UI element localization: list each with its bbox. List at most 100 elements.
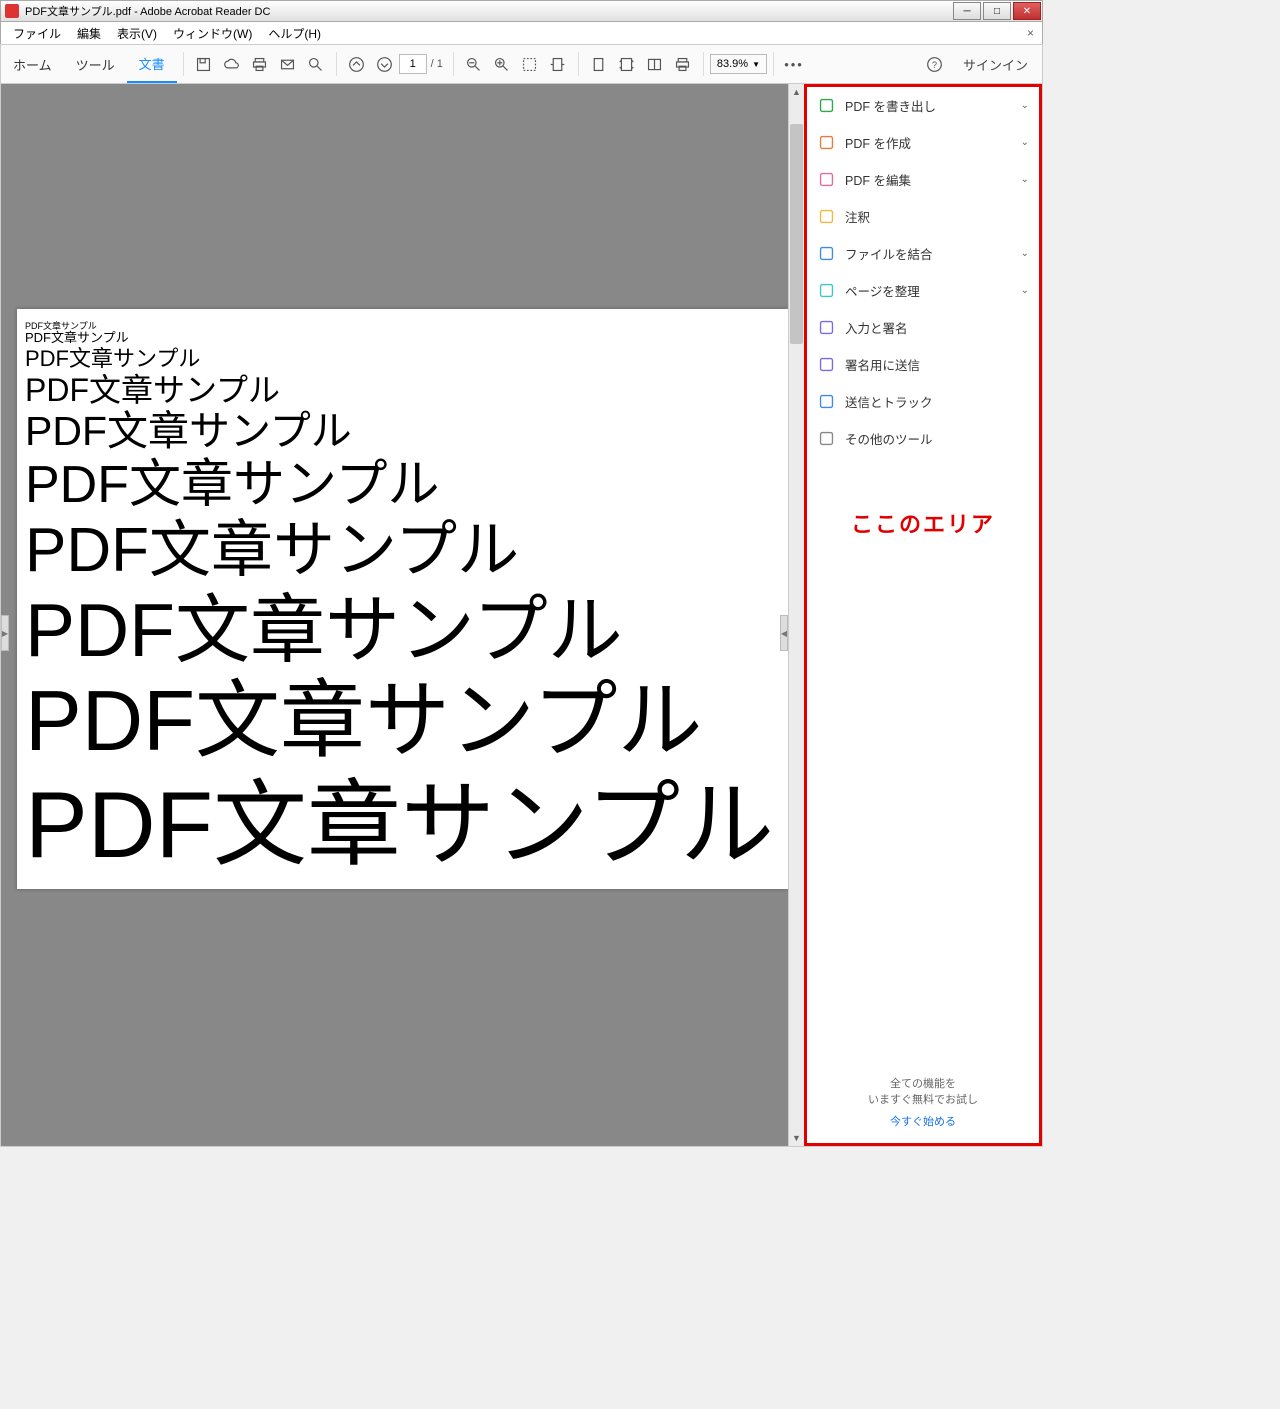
tool-item-label: ページを整理: [845, 281, 920, 300]
chevron-down-icon: ⌄: [1021, 174, 1029, 185]
right-panel-toggle[interactable]: ◀: [780, 615, 788, 651]
window-titlebar: PDF文章サンプル.pdf - Adobe Acrobat Reader DC …: [0, 0, 1043, 22]
menu-window[interactable]: ウィンドウ(W): [165, 23, 260, 44]
window-minimize-button[interactable]: ─: [953, 2, 981, 20]
document-text-line: PDF文章サンプル: [25, 321, 780, 331]
zoom-out-icon[interactable]: [460, 50, 488, 78]
document-text-line: PDF文章サンプル: [25, 372, 780, 409]
menu-edit[interactable]: 編集: [69, 23, 109, 44]
svg-text:?: ?: [932, 59, 937, 69]
sign-in-link[interactable]: サインイン: [949, 55, 1042, 74]
scroll-thumb[interactable]: [790, 124, 803, 344]
help-icon[interactable]: ?: [921, 50, 949, 78]
page-total-label: / 1: [427, 58, 447, 70]
app-icon: [5, 4, 19, 18]
more-tools-icon[interactable]: •••: [780, 50, 808, 78]
tool-item-0[interactable]: PDF を書き出し ⌄: [807, 87, 1039, 124]
panel-footer: 全ての機能を いますぐ無料でお試し 今すぐ始める: [807, 1067, 1039, 1143]
tool-item-label: 送信とトラック: [845, 392, 933, 411]
tool-item-label: ファイルを結合: [845, 244, 933, 263]
tool-item-4[interactable]: ファイルを結合⌄: [807, 235, 1039, 272]
left-panel-toggle[interactable]: ▶: [1, 615, 9, 651]
tool-item-2[interactable]: PDF を編集 ⌄: [807, 161, 1039, 198]
chevron-down-icon: ⌄: [1021, 100, 1029, 111]
tool-item-label: 署名用に送信: [845, 355, 920, 374]
tool-item-3[interactable]: 注釈: [807, 198, 1039, 235]
menu-file[interactable]: ファイル: [5, 23, 69, 44]
chevron-down-icon: ▼: [752, 60, 760, 69]
zoom-select[interactable]: 83.9% ▼: [710, 54, 767, 74]
pdf-page: PDF文章サンプルPDF文章サンプルPDF文章サンプルPDF文章サンプルPDF文…: [17, 309, 788, 889]
tool-item-icon: [817, 171, 835, 189]
footer-text-2: いますぐ無料でお試し: [807, 1091, 1039, 1107]
tool-item-label: PDF を書き出し: [845, 96, 936, 115]
page-down-icon[interactable]: [371, 50, 399, 78]
search-icon[interactable]: [302, 50, 330, 78]
footer-text-1: 全ての機能を: [807, 1075, 1039, 1091]
tab-tool[interactable]: ツール: [64, 45, 127, 83]
page-display-icon[interactable]: [585, 50, 613, 78]
read-mode-icon[interactable]: [641, 50, 669, 78]
fit-page-icon[interactable]: [613, 50, 641, 78]
window-close-button[interactable]: ✕: [1013, 2, 1041, 20]
separator: [703, 52, 704, 76]
separator: [336, 52, 337, 76]
separator: [773, 52, 774, 76]
tool-item-icon: [817, 319, 835, 337]
tool-item-8[interactable]: 送信とトラック: [807, 383, 1039, 420]
document-text-line: PDF文章サンプル: [25, 456, 780, 516]
zoom-in-icon[interactable]: [488, 50, 516, 78]
print-icon[interactable]: [246, 50, 274, 78]
tool-item-1[interactable]: PDF を作成 ⌄: [807, 124, 1039, 161]
scroll-down-arrow[interactable]: ▼: [789, 1130, 804, 1146]
separator: [183, 52, 184, 76]
tools-panel: PDF を書き出し⌄PDF を作成⌄PDF を編集⌄注釈ファイルを結合⌄ページを…: [804, 84, 1042, 1146]
save-icon[interactable]: [190, 50, 218, 78]
tool-item-label: PDF を作成: [845, 133, 911, 152]
menu-bar: ファイル 編集 表示(V) ウィンドウ(W) ヘルプ(H) ×: [0, 22, 1043, 44]
tool-item-icon: [817, 430, 835, 448]
menu-view[interactable]: 表示(V): [109, 23, 165, 44]
vertical-scrollbar[interactable]: ▲ ▼: [788, 84, 804, 1146]
document-text-line: PDF文章サンプル: [25, 673, 780, 771]
tool-item-7[interactable]: 署名用に送信: [807, 346, 1039, 383]
fit-width-icon[interactable]: [544, 50, 572, 78]
tool-item-icon: [817, 208, 835, 226]
tool-item-icon: [817, 356, 835, 374]
tab-home[interactable]: ホーム: [1, 45, 64, 83]
document-text-line: PDF文章サンプル: [25, 587, 780, 673]
scroll-up-arrow[interactable]: ▲: [789, 84, 804, 100]
cloud-icon[interactable]: [218, 50, 246, 78]
page-up-icon[interactable]: [343, 50, 371, 78]
tool-item-label: 入力と署名: [845, 318, 908, 337]
window-maximize-button[interactable]: □: [983, 2, 1011, 20]
tool-item-label: 注釈: [845, 207, 870, 226]
document-text-line: PDF文章サンプル: [25, 771, 780, 879]
email-icon[interactable]: [274, 50, 302, 78]
tool-item-label: その他のツール: [845, 429, 933, 448]
tool-item-5[interactable]: ページを整理⌄: [807, 272, 1039, 309]
document-text-line: PDF文章サンプル: [25, 408, 780, 455]
main-area: ▶ ◀ PDF文章サンプルPDF文章サンプルPDF文章サンプルPDF文章サンプル…: [0, 84, 1043, 1147]
tool-item-icon: [817, 97, 835, 115]
zoom-value: 83.9%: [717, 58, 748, 70]
document-text-line: PDF文章サンプル: [25, 515, 780, 586]
separator: [578, 52, 579, 76]
print-icon-2[interactable]: [669, 50, 697, 78]
tool-item-icon: [817, 282, 835, 300]
menu-help[interactable]: ヘルプ(H): [260, 23, 329, 44]
start-now-link[interactable]: 今すぐ始める: [807, 1113, 1039, 1129]
tool-item-9[interactable]: その他のツール: [807, 420, 1039, 457]
marquee-zoom-icon[interactable]: [516, 50, 544, 78]
tool-item-6[interactable]: 入力と署名: [807, 309, 1039, 346]
document-text-line: PDF文章サンプル: [25, 346, 780, 371]
annotation-label: ここのエリア: [807, 507, 1039, 539]
menu-close-button[interactable]: ×: [1019, 26, 1042, 40]
tab-document[interactable]: 文書: [127, 45, 177, 83]
tool-item-label: PDF を編集: [845, 170, 911, 189]
page-number-input[interactable]: [399, 54, 427, 74]
toolbar: ホーム ツール 文書 / 1 83.9% ▼ ••• ? サインイン: [0, 44, 1043, 84]
chevron-down-icon: ⌄: [1021, 137, 1029, 148]
document-viewport[interactable]: ▶ ◀ PDF文章サンプルPDF文章サンプルPDF文章サンプルPDF文章サンプル…: [1, 84, 804, 1146]
window-title: PDF文章サンプル.pdf - Adobe Acrobat Reader DC: [23, 3, 952, 19]
